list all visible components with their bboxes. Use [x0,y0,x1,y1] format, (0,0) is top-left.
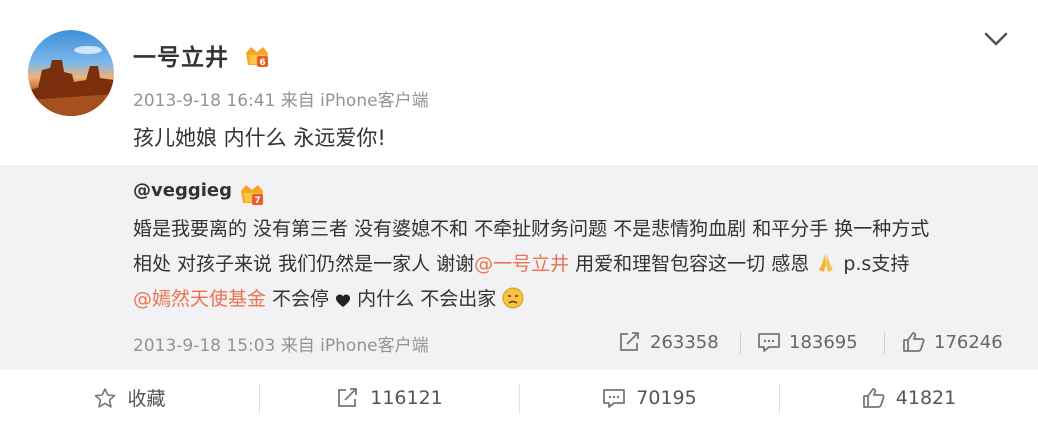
mention-link-yihaolijing[interactable]: @一号立井 [474,253,569,275]
comment-icon [603,388,626,408]
comment-count: 183695 [789,331,858,353]
repost-button[interactable]: 116121 [260,370,519,425]
avatar-image [28,46,114,116]
share-icon [338,387,358,407]
mention-link-yanran-fund[interactable]: @嫣然天使基金 [133,288,266,310]
sad-face-emoji-icon [502,287,524,309]
heart-icon [336,294,351,307]
username[interactable]: 一号立井 [133,38,229,72]
avatar[interactable] [28,30,114,116]
post-text: 孩儿她娘 内什么 永远爱你! [133,126,386,150]
repost-text: 婚是我要离的 没有第三者 没有婆媳不和 不牵扯财务问题 不是悲情狗血剧 和平分手… [133,212,1013,317]
repost-line-3-text-b: 内什么 不会出家 [351,288,497,310]
repost-line-2-text-a: 相处 对孩子来说 我们仍然是一家人 谢谢 [133,253,475,275]
repost-line-2: 相处 对孩子来说 我们仍然是一家人 谢谢@一号立井 用爱和理智包容这一切 感恩 … [133,247,1013,282]
star-icon [95,387,116,408]
repost-meta: 2013-9-18 15:03 来自 iPhone客户端 [133,336,429,356]
post-meta: 2013-9-18 16:41 来自 iPhone客户端 [133,91,429,111]
repost-button-count: 116121 [370,386,443,409]
action-bar: 收藏 116121 70195 41821 [0,370,1038,425]
comment-button[interactable]: 70195 [520,370,779,425]
comment-button-count: 70195 [636,386,697,409]
repost-stat-likes[interactable]: 176246 [902,328,1003,356]
divider [740,332,741,354]
repost-line-3-text-a: 不会停 [266,288,330,310]
repost-line-2-text-c: p.s支持 [837,253,910,275]
svg-text:6: 6 [259,58,265,68]
repost-count: 263358 [650,331,719,353]
repost-line-3: @嫣然天使基金 不会停 内什么 不会出家 [133,282,1013,317]
repost-line-1: 婚是我要离的 没有第三者 没有婆媳不和 不牵扯财务问题 不是悲情狗血剧 和平分手… [133,218,930,240]
divider [884,332,885,354]
repost-line-2-text-b: 用爱和理智包容这一切 感恩 [569,253,810,275]
svg-text:7: 7 [254,196,260,206]
repost-stat-reposts[interactable]: 263358 [618,328,719,356]
chevron-down-icon[interactable] [982,28,1010,50]
praying-hands-icon [819,254,834,272]
comment-icon [758,333,780,352]
repost-stat-comments[interactable]: 183695 [757,328,858,356]
crown-vip-icon[interactable]: 7 [238,181,266,207]
thumbs-up-icon [862,387,885,408]
repost-author[interactable]: @veggieg [133,180,232,201]
crown-vip-icon[interactable]: 6 [243,43,271,69]
like-button[interactable]: 41821 [780,370,1038,425]
like-button-count: 41821 [895,386,957,409]
favorite-button[interactable]: 收藏 [0,370,259,425]
share-icon [620,332,639,351]
thumbs-up-icon [903,332,925,352]
favorite-label: 收藏 [127,388,166,410]
like-count: 176246 [934,331,1003,353]
